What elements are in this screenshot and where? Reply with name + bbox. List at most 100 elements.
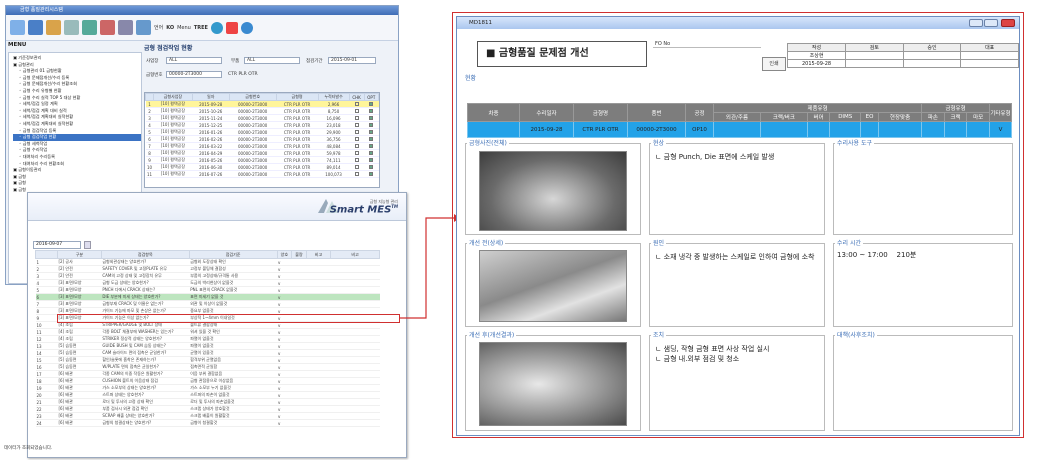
tree-item[interactable]: ▣ 금형	[13, 180, 141, 187]
table-row[interactable]: 15 [5] 습동면 할인/슬롯에 흡착은 존재하는가? 합격부위 균열없음 v	[35, 356, 380, 364]
table-row[interactable]: 1 [10] 평택공장 2015-09-28 00000-2T3000 CTR PLR …	[145, 100, 379, 108]
checkbox[interactable]	[354, 108, 359, 113]
cell-part-number[interactable]: 00000-2T3000	[627, 121, 686, 138]
checkbox[interactable]	[369, 108, 374, 113]
table-row[interactable]: 21 [6] 배관 로더 및 투사의 고정 상태 확인 로더 및 투사의 파손없을것 v	[35, 398, 380, 406]
refresh-icon[interactable]	[118, 20, 133, 35]
menu-type-select[interactable]: TREE	[194, 25, 208, 31]
grid-header[interactable]: 양호	[276, 250, 293, 259]
grid-header[interactable]	[35, 250, 58, 259]
checklist-date-input[interactable]: 2016-09-07	[33, 241, 81, 249]
table-row[interactable]: 16 [5] 습동면 W/PLATE 면의 접촉은 균일한가? 접촉면적 균일함 v	[35, 363, 380, 371]
checkbox[interactable]	[354, 150, 359, 155]
tree-item[interactable]: ◦ 대여처리 수리등록	[13, 154, 141, 161]
print-button[interactable]: 인쇄	[762, 57, 786, 71]
table-row[interactable]: 5 [10] 평택공장 2016-01-26 00000-2T3000 CTR PLR …	[145, 128, 379, 136]
table-row[interactable]: 6 [10] 평택공장 2016-02-26 00000-2T3000 CTR PLR …	[145, 135, 379, 143]
filter-period-input[interactable]: 2015-09-01	[328, 57, 376, 64]
checkbox[interactable]	[369, 150, 374, 155]
checkbox[interactable]	[354, 136, 359, 141]
checkbox[interactable]	[354, 129, 359, 134]
minimize-button[interactable]	[969, 19, 983, 27]
grid-header[interactable]: CHK	[348, 93, 365, 101]
filter-mold-input[interactable]: 00000-2T3000	[166, 71, 222, 78]
tree-item[interactable]: ◦ 세척/점검 계획대비 실적현황	[13, 114, 141, 121]
tree-item[interactable]: ◦ 금형 문제점개선/수리 현황조회	[13, 81, 141, 88]
checkbox[interactable]	[369, 136, 374, 141]
table-row[interactable]: 12 [4] 조립 STRIKER 정상적 상태는 양호한가? 파열이 없을것 v	[35, 335, 380, 343]
checkbox[interactable]	[369, 157, 374, 162]
search-icon[interactable]	[28, 20, 43, 35]
help-icon[interactable]	[136, 20, 151, 35]
tree-item[interactable]: ◦ 금형 수리 유형별 현황	[13, 88, 141, 95]
tree-item[interactable]: ◦ 세척/점검 일정 계획	[13, 101, 141, 108]
grid-header[interactable]: 구분	[56, 250, 102, 259]
grid-header[interactable]: OPT	[363, 93, 379, 101]
table-row[interactable]: 7 [3] 표면/모양 금형부재 CRACK 및 이물은 없는가? 외관 및 이상이 …	[35, 300, 380, 308]
checkbox[interactable]	[369, 101, 374, 106]
cell-process[interactable]: OP10	[685, 121, 714, 138]
table-row[interactable]: 19 [6] 배관 가스 소모부의 상태는 양호한가? 가스 소모부 누기 없을것 v	[35, 384, 380, 392]
table-row[interactable]: 5 [3] 표면/모양 PNCH 다에서 CRACK 상태는? PNL 표면의 CRA…	[35, 286, 380, 294]
checkbox[interactable]	[369, 164, 374, 169]
checkbox[interactable]	[369, 143, 374, 148]
checkbox[interactable]	[354, 171, 359, 176]
table-row[interactable]: 23 [6] 배관 SCRAP 배출 상태는 양호한가? 스크랩 배출이 원활할것 v	[35, 412, 380, 420]
cell-other-type[interactable]: V	[989, 121, 1012, 138]
close-icon[interactable]	[225, 21, 238, 34]
checkbox[interactable]	[369, 129, 374, 134]
checkbox[interactable]	[369, 122, 374, 127]
cell-vehicle[interactable]	[467, 121, 520, 138]
grid-header[interactable]	[145, 93, 155, 101]
table-row[interactable]: 18 [6] 배관 CUSHION 볼트의 이음상태 점검 금형 관점용으로 이상없음…	[35, 377, 380, 385]
checkbox[interactable]	[369, 171, 374, 176]
tree-item[interactable]: ◦ 금형 점검작업 현황	[13, 134, 141, 141]
grid-header[interactable]: 점검항목	[100, 250, 190, 259]
table-row[interactable]: 9 [10] 평택공장 2016-05-26 00000-2T3000 CTR PLR …	[145, 156, 379, 164]
power-icon[interactable]	[240, 21, 253, 34]
table-row[interactable]: 4 [10] 평택공장 2015-12-25 00000-2T3000 CTR PLR …	[145, 121, 379, 129]
lang-select[interactable]: KO	[166, 25, 174, 31]
print-icon[interactable]	[82, 20, 97, 35]
grid-header[interactable]: 비고	[305, 250, 332, 259]
tree-item[interactable]: ◦ 세척/점검 계획대비 실적현황	[13, 121, 141, 128]
checkbox[interactable]	[354, 157, 359, 162]
grid-header[interactable]: 누적타발수	[317, 93, 350, 101]
save-icon[interactable]	[46, 20, 61, 35]
cell-mold-name[interactable]: CTR PLR OTR	[573, 121, 628, 138]
grid-header[interactable]: 불량	[291, 250, 307, 259]
cell-repair-date[interactable]: 2015-09-28	[519, 121, 574, 138]
table-row[interactable]: 3 [10] 평택공장 2015-11-24 00000-2T3000 CTR PLR …	[145, 114, 379, 122]
checkbox[interactable]	[369, 115, 374, 120]
filter-part-select[interactable]: ALL	[244, 57, 300, 64]
excel-icon[interactable]	[100, 20, 115, 35]
grid-header[interactable]: 점검기준	[188, 250, 278, 259]
table-row[interactable]: 4 [3] 표면/모양 금형 도금 상태는 양호한가? 도금의 박리현상이 없을것 v	[35, 279, 380, 287]
table-row[interactable]: 10 [10] 평택공장 2016-06-30 00000-2T3000 CTR PLR…	[145, 163, 379, 171]
delete-icon[interactable]	[64, 20, 79, 35]
table-row[interactable]: 7 [10] 평택공장 2016-03-22 00000-2T3000 CTR PLR …	[145, 142, 379, 150]
table-row[interactable]: 11 [10] 평택공장 2016-07-26 00000-2T3000 CTR PLR…	[145, 170, 379, 178]
grid-header[interactable]: 금형번호	[228, 93, 277, 101]
table-row[interactable]: 24 [6] 배관 금형의 청결상태는 양호한가? 금형이 청결할것 v	[35, 419, 380, 427]
grid-header[interactable]: 금형명	[275, 93, 319, 101]
table-row[interactable]: 2 [2] 안전 SAFETY COVER 및 고정PLATE 유무 고정부 볼팅체 …	[35, 265, 380, 273]
table-row[interactable]: 17 [6] 배관 각종 CAM의 이중 작동은 원활한가? 이음 부위 결함없음 v	[35, 370, 380, 378]
checkbox[interactable]	[354, 143, 359, 148]
checkbox[interactable]	[354, 122, 359, 127]
maximize-button[interactable]	[984, 19, 998, 27]
checkbox[interactable]	[354, 164, 359, 169]
checkbox[interactable]	[354, 115, 359, 120]
table-row[interactable]: 3 [2] 안전 CAM의 고정 상태 및 고정장치 유무 부품의 고정상태/규격통 …	[35, 272, 380, 280]
add-circle-icon[interactable]	[210, 21, 223, 34]
window-close-button[interactable]	[1001, 19, 1015, 27]
tree-item[interactable]: ▣ 기준정보관리	[13, 55, 141, 62]
table-row[interactable]: 13 [5] 습동면 GUIDE BUSH 및 CAM 습동 상태는? 파열이 없을것…	[35, 342, 380, 350]
table-row[interactable]: 22 [6] 배관 부품 검사시 외관 점검 확인 스크랩 상태가 양호할것 v	[35, 405, 380, 413]
filter-site-select[interactable]: ALL	[166, 57, 222, 64]
tree-item[interactable]: ◦ 금형 수리작업	[13, 147, 141, 154]
table-row[interactable]: 6 [3] 표면/모양 DIE 부분에 미세 상태는 양호한가? 표면 미세기 없을 …	[35, 293, 380, 301]
table-row[interactable]: 1 [2] 공사 금형외관상태는 양호한가? 금형외 도장상태 확인 v	[35, 258, 380, 266]
table-row[interactable]: 8 [10] 평택공장 2016-04-29 00000-2T3000 CTR PLR …	[145, 149, 379, 157]
grid-header[interactable]: 비고	[330, 250, 380, 259]
